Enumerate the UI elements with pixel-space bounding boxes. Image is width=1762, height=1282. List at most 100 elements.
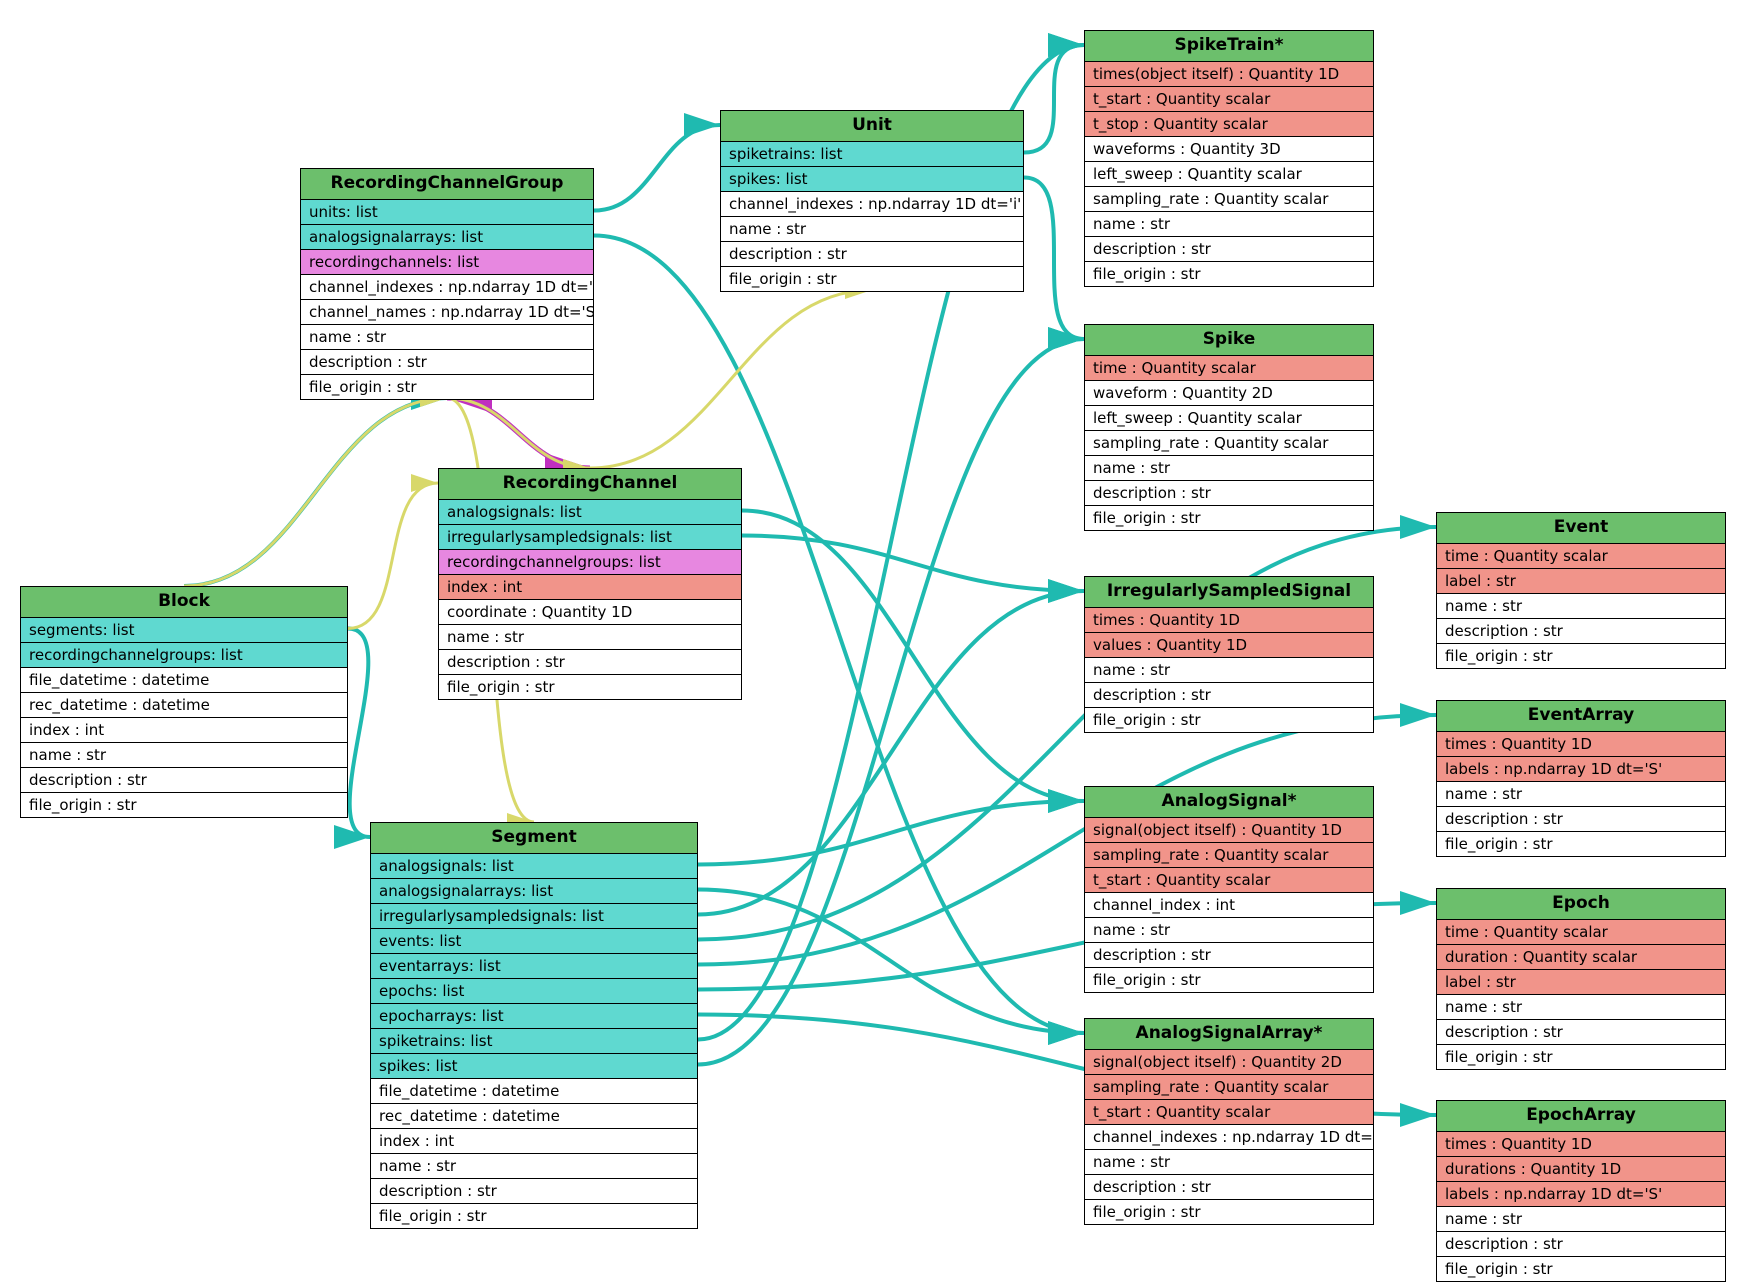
entity-row: analogsignals: list — [371, 854, 697, 879]
entity-row: file_origin : str — [371, 1204, 697, 1228]
entity-epoch: Epochtime : Quantity scalarduration : Qu… — [1436, 888, 1726, 1070]
entity-row: name : str — [1085, 1150, 1373, 1175]
entity-row: file_origin : str — [21, 793, 347, 817]
entity-row: times : Quantity 1D — [1437, 732, 1725, 757]
entity-row: file_origin : str — [439, 675, 741, 699]
entity-row: description : str — [1437, 1020, 1725, 1045]
entity-title: AnalogSignalArray* — [1085, 1019, 1373, 1050]
entity-title: RecordingChannelGroup — [301, 169, 593, 200]
entity-row: name : str — [1437, 782, 1725, 807]
entity-row: time : Quantity scalar — [1085, 356, 1373, 381]
entity-row: file_origin : str — [1085, 708, 1373, 732]
entity-row: description : str — [1437, 807, 1725, 832]
edge — [447, 398, 590, 468]
entity-title: IrregularlySampledSignal — [1085, 577, 1373, 608]
entity-row: coordinate : Quantity 1D — [439, 600, 741, 625]
entity-row: time : Quantity scalar — [1437, 544, 1725, 569]
entity-row: signal(object itself) : Quantity 1D — [1085, 818, 1373, 843]
entity-row: sampling_rate : Quantity scalar — [1085, 843, 1373, 868]
entity-row: t_stop : Quantity scalar — [1085, 112, 1373, 137]
entity-row: name : str — [301, 325, 593, 350]
entity-event: Eventtime : Quantity scalarlabel : strna… — [1436, 512, 1726, 669]
entity-row: left_sweep : Quantity scalar — [1085, 406, 1373, 431]
entity-row: spiketrains: list — [721, 142, 1023, 167]
entity-iss: IrregularlySampledSignaltimes : Quantity… — [1084, 576, 1374, 733]
entity-row: events: list — [371, 929, 697, 954]
entity-title: Epoch — [1437, 889, 1725, 920]
entity-row: spiketrains: list — [371, 1029, 697, 1054]
entity-row: description : str — [1085, 1175, 1373, 1200]
entity-row: description : str — [1085, 481, 1373, 506]
entity-row: sampling_rate : Quantity scalar — [1085, 431, 1373, 456]
entity-row: file_origin : str — [1085, 506, 1373, 530]
entity-as: AnalogSignal*signal(object itself) : Qua… — [1084, 786, 1374, 993]
edge — [348, 483, 438, 629]
entity-row: t_start : Quantity scalar — [1085, 868, 1373, 893]
entity-row: channel_indexes : np.ndarray 1D dt='i' — [301, 275, 593, 300]
entity-row: file_origin : str — [1437, 1257, 1725, 1281]
edge — [698, 801, 1084, 865]
entity-row: description : str — [439, 650, 741, 675]
edge — [698, 339, 1084, 1065]
entity-row: file_origin : str — [721, 267, 1023, 291]
entity-title: EventArray — [1437, 701, 1725, 732]
entity-row: description : str — [1085, 683, 1373, 708]
entity-row: file_origin : str — [1437, 1045, 1725, 1069]
entity-row: epocharrays: list — [371, 1004, 697, 1029]
entity-row: description : str — [1085, 237, 1373, 262]
entity-row: description : str — [21, 768, 347, 793]
entity-title: SpikeTrain* — [1085, 31, 1373, 62]
entity-row: epochs: list — [371, 979, 697, 1004]
entity-row: file_origin : str — [1437, 644, 1725, 668]
edge — [742, 511, 1084, 802]
entity-row: units: list — [301, 200, 593, 225]
entity-row: spikes: list — [371, 1054, 697, 1079]
entity-row: labels : np.ndarray 1D dt='S' — [1437, 1182, 1725, 1207]
entity-title: Block — [21, 587, 347, 618]
entity-row: times : Quantity 1D — [1437, 1132, 1725, 1157]
entity-row: time : Quantity scalar — [1437, 920, 1725, 945]
entity-row: labels : np.ndarray 1D dt='S' — [1437, 757, 1725, 782]
entity-row: sampling_rate : Quantity scalar — [1085, 1075, 1373, 1100]
entity-row: channel_indexes : np.ndarray 1D dt='i' — [721, 192, 1023, 217]
entity-row: rec_datetime : datetime — [371, 1104, 697, 1129]
entity-row: times(object itself) : Quantity 1D — [1085, 62, 1373, 87]
entity-row: file_origin : str — [1437, 832, 1725, 856]
entity-row: file_datetime : datetime — [21, 668, 347, 693]
entity-row: name : str — [721, 217, 1023, 242]
edge — [1024, 178, 1084, 340]
entity-row: name : str — [1085, 658, 1373, 683]
entity-row: channel_indexes : np.ndarray 1D dt='i' — [1085, 1125, 1373, 1150]
entity-title: EpochArray — [1437, 1101, 1725, 1132]
entity-row: waveform : Quantity 2D — [1085, 381, 1373, 406]
entity-row: channel_names : np.ndarray 1D dt='S' — [301, 300, 593, 325]
edge — [698, 890, 1084, 1034]
entity-row: description : str — [721, 242, 1023, 267]
edge — [590, 290, 872, 468]
entity-title: RecordingChannel — [439, 469, 741, 500]
entity-spike: Spiketime : Quantity scalarwaveform : Qu… — [1084, 324, 1374, 531]
entity-epocharray: EpochArraytimes : Quantity 1Ddurations :… — [1436, 1100, 1726, 1282]
entity-row: channel_index : int — [1085, 893, 1373, 918]
entity-row: index : int — [439, 575, 741, 600]
edge — [184, 398, 447, 586]
entity-row: recordingchannelgroups: list — [21, 643, 347, 668]
entity-title: Unit — [721, 111, 1023, 142]
entity-row: segments: list — [21, 618, 347, 643]
edge — [698, 591, 1084, 915]
entity-title: Event — [1437, 513, 1725, 544]
entity-block: Blocksegments: listrecordingchannelgroup… — [20, 586, 348, 818]
entity-row: name : str — [1085, 212, 1373, 237]
entity-unit: Unitspiketrains: listspikes: listchannel… — [720, 110, 1024, 292]
entity-row: rec_datetime : datetime — [21, 693, 347, 718]
edge — [1024, 45, 1084, 153]
entity-title: Segment — [371, 823, 697, 854]
entity-segment: Segmentanalogsignals: listanalogsignalar… — [370, 822, 698, 1229]
entity-row: file_origin : str — [1085, 1200, 1373, 1224]
entity-row: sampling_rate : Quantity scalar — [1085, 187, 1373, 212]
entity-row: eventarrays: list — [371, 954, 697, 979]
entity-row: analogsignals: list — [439, 500, 741, 525]
edge — [594, 125, 720, 211]
entity-row: values : Quantity 1D — [1085, 633, 1373, 658]
entity-row: left_sweep : Quantity scalar — [1085, 162, 1373, 187]
